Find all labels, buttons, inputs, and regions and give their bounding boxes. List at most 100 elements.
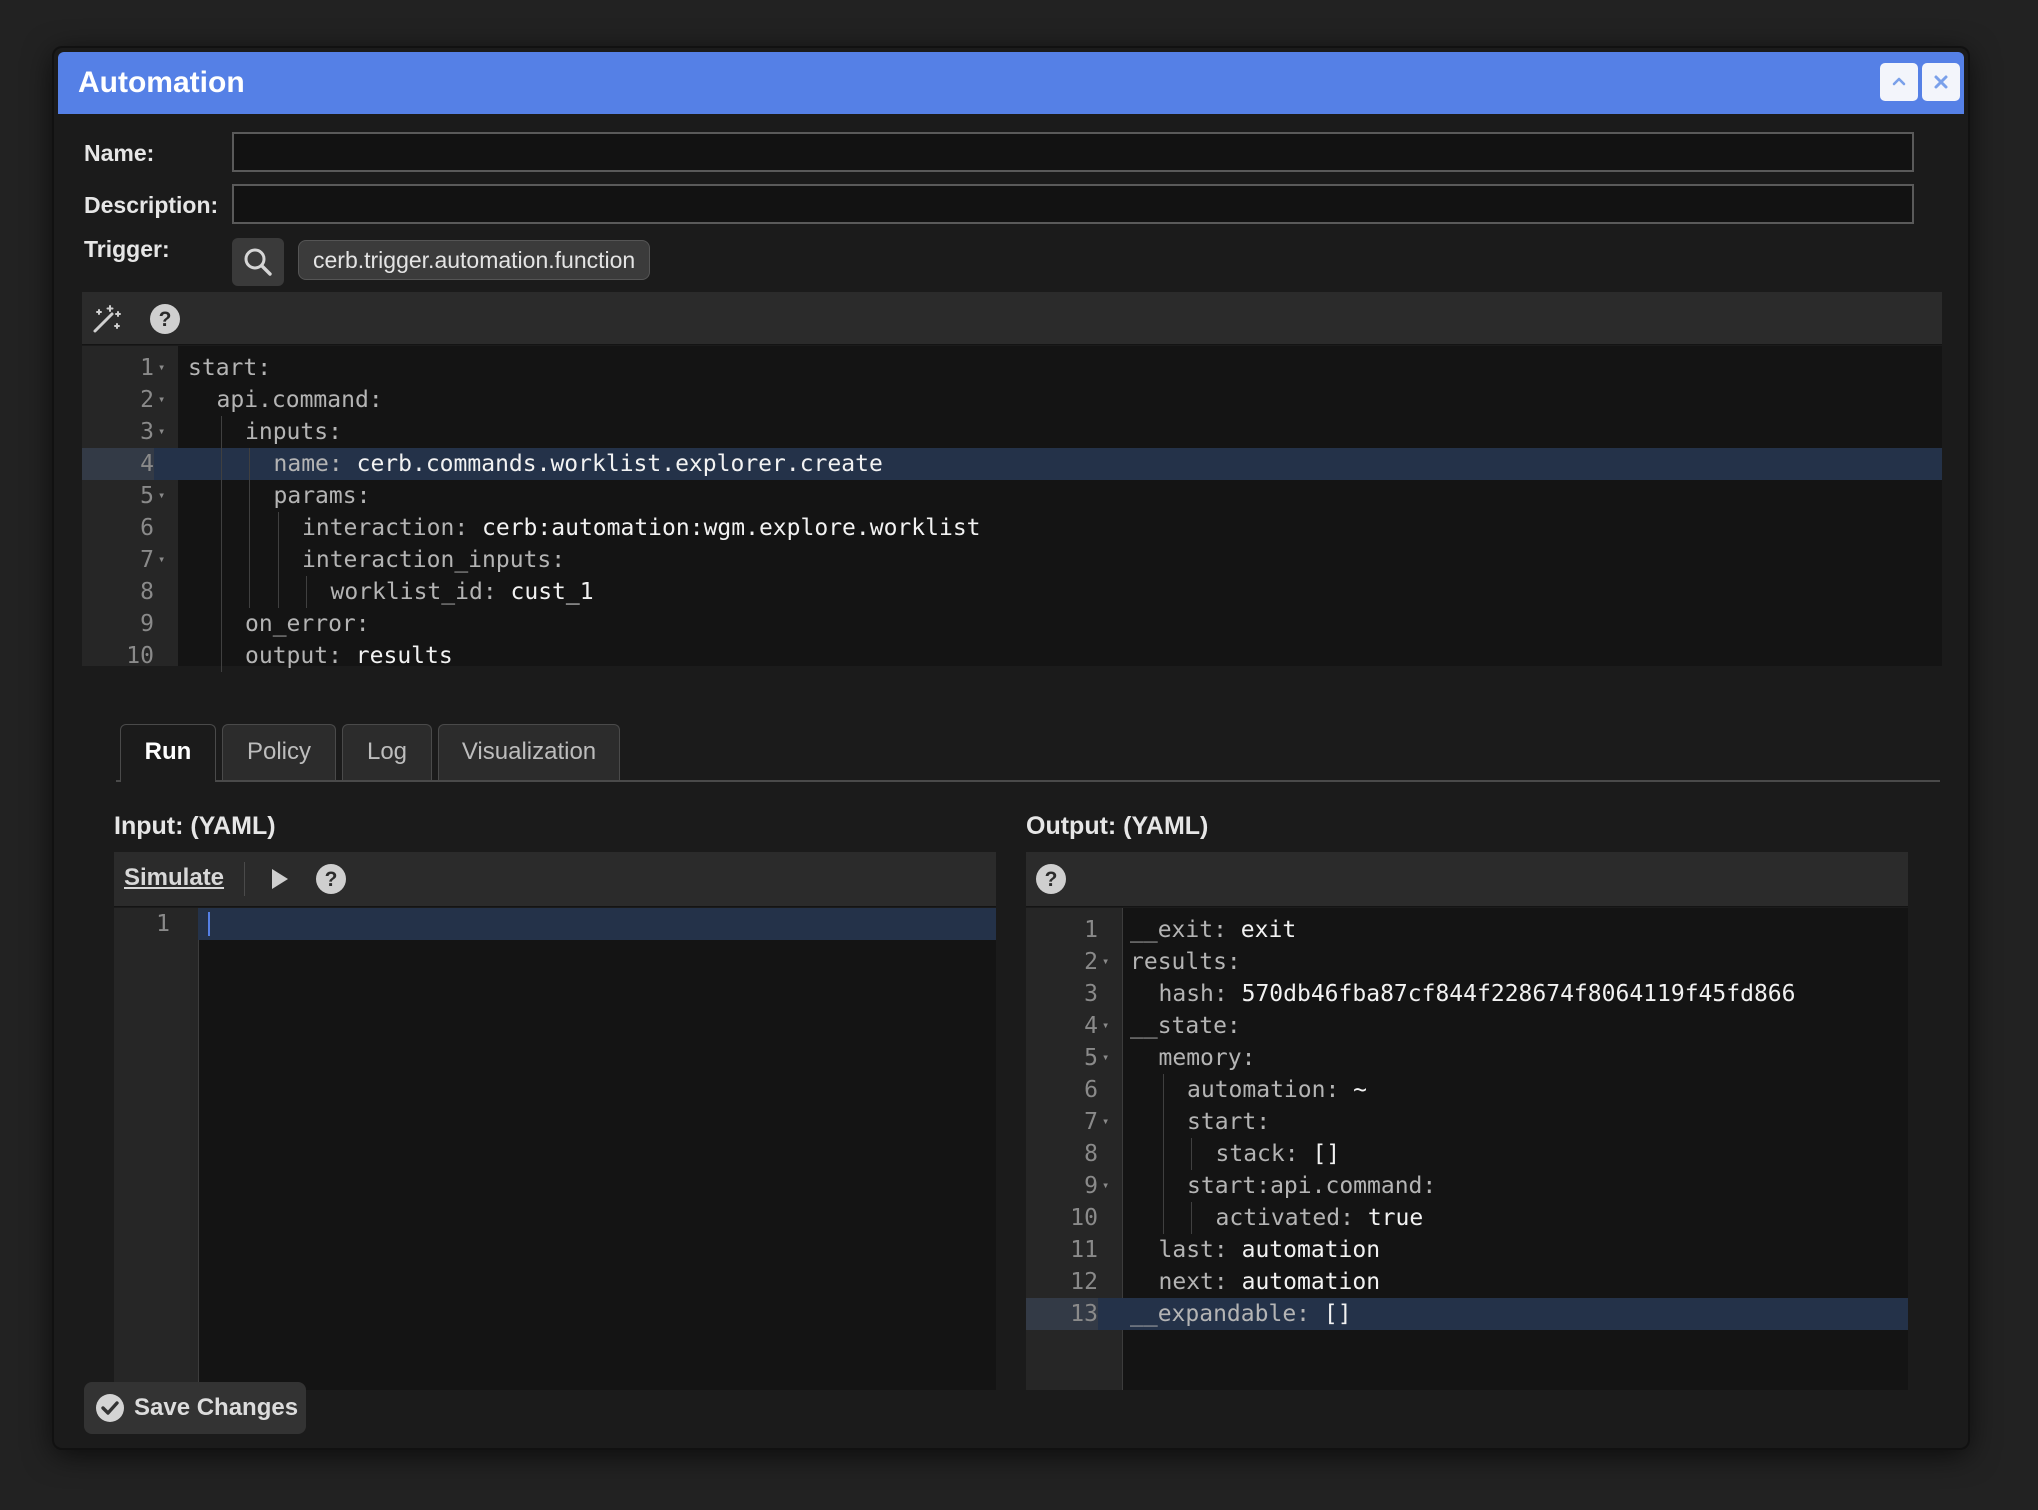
output-title: Output: (YAML) xyxy=(1026,812,1209,840)
tab-run[interactable]: Run xyxy=(120,724,216,782)
yaml-value: cerb.commands.worklist.explorer.create xyxy=(342,451,883,477)
chevron-up-icon xyxy=(1892,77,1906,86)
name-input[interactable] xyxy=(232,132,1914,172)
indent-guide xyxy=(1191,1202,1192,1234)
code-line: activated: true xyxy=(1216,1202,1424,1234)
save-changes-label: Save Changes xyxy=(134,1394,299,1421)
yaml-value: [] xyxy=(1310,1301,1352,1327)
indent-guide xyxy=(249,544,250,576)
line-number: 9 xyxy=(1084,1173,1098,1199)
fold-toggle-icon[interactable]: ▾ xyxy=(1102,1114,1109,1128)
svg-text:?: ? xyxy=(159,308,172,331)
fold-toggle-icon[interactable]: ▾ xyxy=(1102,1178,1109,1192)
indent-guide xyxy=(220,512,222,544)
indent-guide xyxy=(249,480,250,512)
fold-toggle-icon[interactable]: ▾ xyxy=(158,552,165,566)
tab-visualization[interactable]: Visualization xyxy=(438,724,620,780)
input-editor[interactable]: 1 xyxy=(114,908,996,1390)
yaml-key: next: xyxy=(1158,1269,1228,1295)
yaml-value: [] xyxy=(1298,1141,1341,1167)
tab-log[interactable]: Log xyxy=(342,724,432,780)
yaml-key: interaction: xyxy=(302,515,469,541)
description-input[interactable] xyxy=(232,184,1914,224)
code-line: worklist_id: cust_1 xyxy=(331,576,594,608)
fold-toggle-icon[interactable]: ▾ xyxy=(1102,954,1109,968)
fold-toggle-icon[interactable]: ▾ xyxy=(158,360,165,374)
code-line: next: automation xyxy=(1159,1266,1381,1298)
simulate-link[interactable]: Simulate xyxy=(124,864,224,892)
close-button[interactable] xyxy=(1922,63,1960,101)
indent-guide xyxy=(220,544,222,576)
fold-toggle-icon[interactable]: ▾ xyxy=(158,488,165,502)
script-editor[interactable]: 1 ▾ start: 2 ▾ api.command: 3 ▾ inputs: 4 name: ce… xyxy=(82,346,1942,672)
code-line: on_error: xyxy=(245,608,370,640)
help-icon[interactable]: ? xyxy=(314,862,348,896)
line-number: 5 xyxy=(140,483,154,509)
line-number: 9 xyxy=(140,611,154,637)
code-line: __state: xyxy=(1130,1010,1241,1042)
trigger-search-button[interactable] xyxy=(232,238,284,286)
yaml-key: stack: xyxy=(1215,1141,1299,1167)
yaml-value: cerb:automation:wgm.explore.worklist xyxy=(468,515,981,541)
yaml-key: output: xyxy=(245,643,342,669)
yaml-key: worklist_id: xyxy=(330,579,497,605)
tab-policy[interactable]: Policy xyxy=(222,724,336,780)
indent-guide xyxy=(249,512,250,544)
code-line: __expandable: [] xyxy=(1130,1298,1352,1330)
help-icon[interactable]: ? xyxy=(148,302,182,336)
line-number: 5 xyxy=(1084,1045,1098,1071)
indent-guide xyxy=(1162,1138,1164,1170)
code-line: __exit: exit xyxy=(1130,914,1296,946)
yaml-key: automation: xyxy=(1187,1077,1340,1103)
fold-toggle-icon[interactable]: ▾ xyxy=(1102,1018,1109,1032)
indent-guide xyxy=(249,576,250,608)
line-number: 11 xyxy=(1070,1237,1098,1263)
fold-toggle-icon[interactable]: ▾ xyxy=(158,424,165,438)
fold-toggle-icon[interactable]: ▾ xyxy=(1102,1050,1109,1064)
svg-text:?: ? xyxy=(1045,868,1058,891)
indent-guide xyxy=(277,544,279,576)
text-cursor xyxy=(208,912,210,936)
yaml-value: exit xyxy=(1226,917,1297,943)
output-editor[interactable]: 1 __exit: exit 2 ▾ results: 3 hash: 570db46fba… xyxy=(1026,908,1908,1390)
line-number: 3 xyxy=(140,419,154,445)
indent-guide xyxy=(277,576,279,608)
input-toolbar: Simulate ? xyxy=(114,852,996,907)
help-icon[interactable]: ? xyxy=(1034,862,1068,896)
code-line: start:api.command: xyxy=(1187,1170,1436,1202)
code-line: hash: 570db46fba87cf844f228674f8064119f4… xyxy=(1159,978,1796,1010)
close-icon xyxy=(1934,75,1948,89)
indent-guide xyxy=(306,576,307,608)
line-number: 1 xyxy=(140,355,154,381)
yaml-key: start: xyxy=(1187,1109,1271,1135)
line-number: 2 xyxy=(1084,949,1098,975)
output-toolbar: ? xyxy=(1026,852,1908,907)
code-line: results: xyxy=(1130,946,1241,978)
dialog-titlebar[interactable]: Automation xyxy=(58,52,1964,114)
yaml-key: __state: xyxy=(1130,1013,1241,1039)
yaml-value: cust_1 xyxy=(496,579,594,605)
yaml-key: last: xyxy=(1158,1237,1228,1263)
magic-wand-icon[interactable] xyxy=(90,302,124,336)
save-changes-button[interactable]: Save Changes xyxy=(84,1382,306,1434)
check-circle-icon xyxy=(96,1394,124,1422)
fold-toggle-icon[interactable]: ▾ xyxy=(158,392,165,406)
indent-guide xyxy=(220,448,222,480)
code-line: interaction_inputs: xyxy=(302,544,565,576)
toolbar-divider xyxy=(244,862,245,896)
active-line-highlight xyxy=(198,908,996,940)
collapse-button[interactable] xyxy=(1880,63,1918,101)
indent-guide xyxy=(220,576,222,608)
description-label: Description: xyxy=(84,192,219,218)
trigger-chip[interactable]: cerb.trigger.automation.function xyxy=(298,240,651,280)
play-icon[interactable] xyxy=(266,866,292,892)
search-icon xyxy=(244,248,272,276)
code-line: inputs: xyxy=(245,416,342,448)
yaml-value: 570db46fba87cf844f228674f8064119f45fd866 xyxy=(1227,981,1796,1007)
line-number: 1 xyxy=(1084,917,1098,943)
input-title: Input: (YAML) xyxy=(114,812,276,840)
yaml-value: results xyxy=(341,643,453,669)
yaml-key: name: xyxy=(273,451,343,477)
line-number: 6 xyxy=(1084,1077,1098,1103)
yaml-key: api.command: xyxy=(216,387,383,413)
